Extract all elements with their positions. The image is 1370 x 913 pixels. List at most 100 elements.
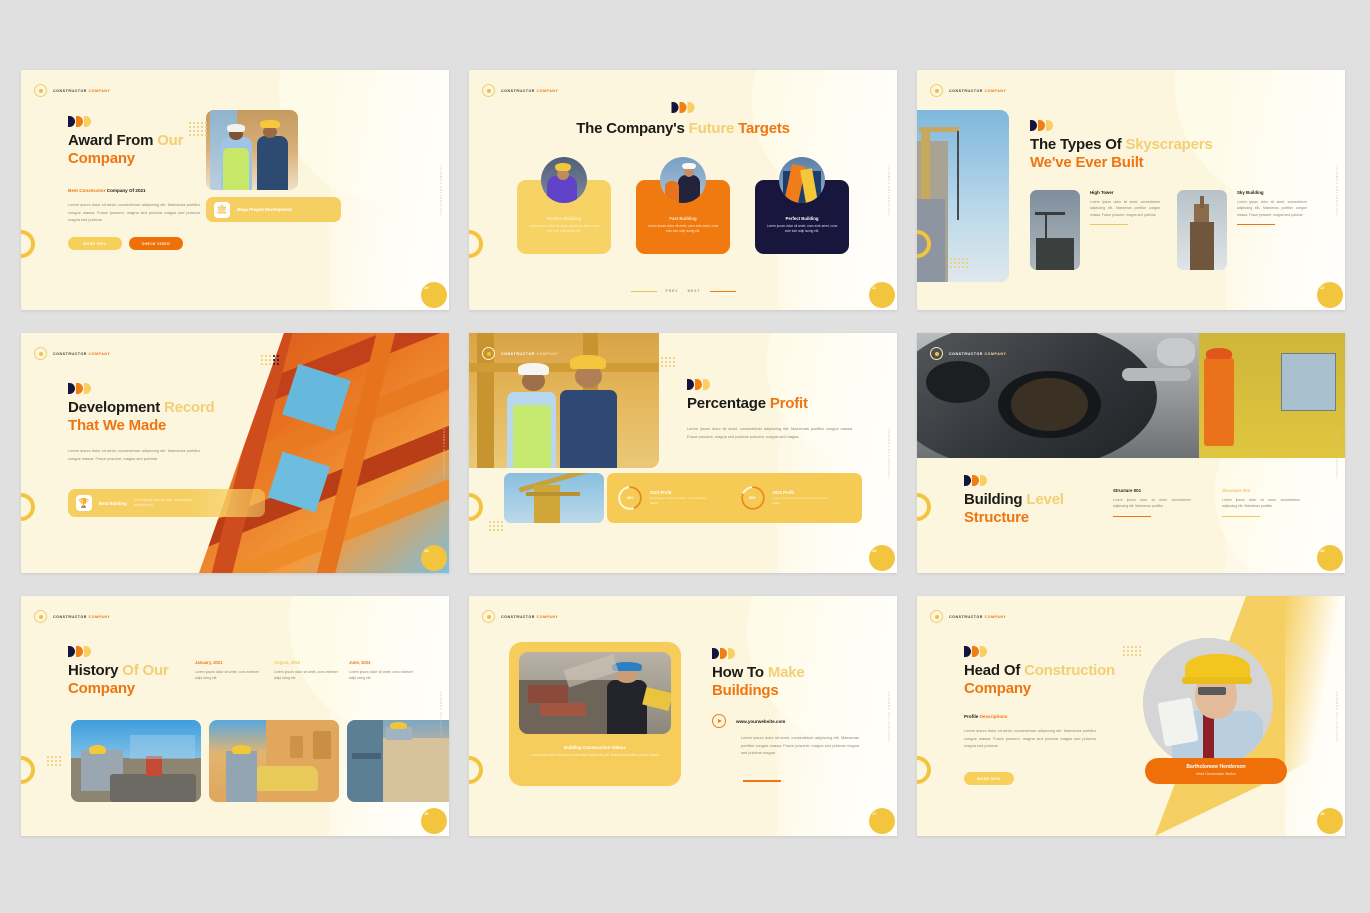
- prev-button[interactable]: PREV: [666, 289, 679, 293]
- slide-award-from-our-company[interactable]: CONSTRUCTOR COMPANY Award From Our Compa…: [21, 70, 449, 310]
- photo-crane-arm: [504, 473, 604, 523]
- slide4-title-light: Record: [163, 399, 215, 416]
- slide8-title-orange: Buildings: [712, 682, 779, 700]
- page-number: 18: [1317, 808, 1343, 834]
- divider-rule: [1113, 515, 1151, 518]
- logo-mark: [712, 648, 735, 659]
- video-card-title: Building Construction Videos: [564, 745, 626, 750]
- target-card-body: Lorem ipsum dolor sit amet, cons ecte am…: [766, 224, 838, 234]
- target-card-body: Lorem ipsum dolor sit amet, cons ecte am…: [528, 224, 600, 234]
- next-button[interactable]: NEXT: [688, 289, 701, 293]
- decor-right-fade: [329, 70, 449, 310]
- brand-name-part1: CONSTRUCTOR: [501, 614, 537, 619]
- divider-rule: [1090, 223, 1128, 226]
- avatar: [541, 157, 587, 203]
- logo-mark: [1030, 120, 1053, 131]
- side-label: CONSTRUCTOR COMPANY: [440, 164, 443, 216]
- gear-circle-icon: [482, 347, 495, 360]
- slide3-title-orange: We've Ever Built: [1030, 154, 1144, 172]
- slide-percentage-profit[interactable]: CONSTRUCTOR COMPANY Percentage Profit Lo…: [469, 333, 897, 573]
- brand-header: CONSTRUCTOR COMPANY: [34, 347, 110, 360]
- video-card[interactable]: Building Construction Videos Lorem ipsum…: [509, 642, 681, 786]
- slide-building-level-structure[interactable]: CONSTRUCTOR COMPANY Building Level Struc…: [917, 333, 1345, 573]
- brand-name-part2: COMPANY: [88, 88, 111, 93]
- slide3-title-plain: The Types Of: [1030, 136, 1126, 153]
- slide-future-targets[interactable]: CONSTRUCTOR COMPANY The Company's Future…: [469, 70, 897, 310]
- slide4-title-orange: That We Made: [68, 417, 167, 435]
- decor-left-ring: [917, 493, 931, 521]
- more-info-button[interactable]: MORE INFO: [964, 772, 1014, 785]
- slide1-subtitle-orange: Best Constructor: [68, 188, 106, 193]
- logo-mark: [68, 646, 91, 657]
- photo-workers-truck: [71, 720, 201, 802]
- slide-head-of-construction-company[interactable]: CONSTRUCTOR COMPANY Head Of Construction…: [917, 596, 1345, 836]
- slide1-subtitle-dark: Company Of 2021: [105, 188, 146, 193]
- brand-name-part1: CONSTRUCTOR: [501, 88, 537, 93]
- side-label: CONSTRUCTOR COMPANY: [888, 427, 891, 479]
- page-number: 12: [1317, 282, 1343, 308]
- photo-high-tower: [1030, 190, 1080, 270]
- mega-project-chip[interactable]: 🏛 Mega Project Development: [206, 197, 341, 222]
- slide-how-to-make-buildings[interactable]: CONSTRUCTOR COMPANY Building Constructio…: [469, 596, 897, 836]
- column-body: Lorem ipsum dolor sit amet, consectetuer…: [1090, 200, 1160, 217]
- slide9-title-plain: Head Of: [964, 662, 1025, 679]
- slide9-title-orange: Company: [964, 680, 1031, 698]
- video-card-body: Lorem ipsum dolor sit amet, consectetuer…: [530, 753, 660, 757]
- brand-name-part2: COMPANY: [984, 614, 1007, 619]
- gear-circle-icon: [34, 347, 47, 360]
- decor-left-ring: [21, 493, 35, 521]
- target-card-perfect-building[interactable]: Perfect Building Lorem ipsum dolor sit a…: [755, 157, 849, 254]
- best-building-chip[interactable]: 🏆 Best Building Lorem ipsum dolor sit am…: [68, 489, 265, 517]
- slide1-body: Lorem ipsum dolor sit amet, consectetuer…: [68, 202, 200, 223]
- slide-history-of-our-company[interactable]: CONSTRUCTOR COMPANY History Of Our Compa…: [21, 596, 449, 836]
- photo-engineer-woman: [519, 652, 671, 734]
- timeline-date: January, 2021: [195, 660, 223, 665]
- target-card-modern-building[interactable]: Modern Building Lorem ipsum dolor sit am…: [517, 157, 611, 254]
- side-label: CONSTRUCTOR COMPANY: [440, 690, 443, 742]
- check-video-button[interactable]: CHECK VIDEO: [129, 237, 183, 250]
- side-label: CONSTRUCTOR COMPANY: [888, 690, 891, 742]
- gear-circle-icon: [930, 347, 943, 360]
- dot-grid-decor: [1123, 646, 1141, 656]
- column-title: High Tower: [1090, 190, 1114, 195]
- dot-grid-decor: [950, 258, 968, 268]
- brand-name-part2: COMPANY: [88, 351, 111, 356]
- prev-arrow-line: [630, 290, 657, 292]
- brand-name-part2: COMPANY: [984, 351, 1007, 356]
- slide5-body: Lorem ipsum dolor sit amet, consectetuer…: [687, 426, 853, 439]
- target-card-title: Fast Building: [669, 216, 697, 221]
- person-name-card[interactable]: Bartholomew Henderson Head Construction …: [1145, 758, 1287, 784]
- slide5-title-orange: Profit: [769, 395, 808, 412]
- column-body: Lorem ipsum dolor sit amet, consectetuer…: [1222, 498, 1300, 509]
- slide-development-record[interactable]: CONSTRUCTOR COMPANY Development Record T…: [21, 333, 449, 573]
- photo-sky-building: [1177, 190, 1227, 270]
- brand-name-part1: CONSTRUCTOR: [949, 614, 985, 619]
- slide7-title-orange: Company: [68, 680, 135, 698]
- logo-mark: [68, 383, 91, 394]
- donut-chart-2021: 43%: [617, 485, 643, 511]
- brand-name-part1: CONSTRUCTOR: [949, 351, 985, 356]
- slide8-title-plain: How To: [712, 664, 768, 681]
- photo-head-worker: [1143, 638, 1273, 768]
- gear-circle-icon: [930, 610, 943, 623]
- brand-header: CONSTRUCTOR COMPANY: [34, 84, 110, 97]
- dot-grid-decor: [261, 355, 279, 365]
- person-name: Bartholomew Henderson: [1186, 764, 1246, 770]
- avatar: [779, 157, 825, 203]
- slide8-body: Lorem ipsum dolor sit amet, consectetuer…: [741, 735, 859, 756]
- more-info-button[interactable]: MORE INFO: [68, 237, 122, 250]
- side-label: CONSTRUCTOR COMPANY: [443, 427, 446, 479]
- target-card-title: Perfect Building: [785, 216, 819, 221]
- side-label: CONSTRUCTOR COMPANY: [1336, 164, 1339, 216]
- slide-types-of-skyscrapers[interactable]: CONSTRUCTOR COMPANY The Types Of Skyscra…: [917, 70, 1345, 310]
- column-body: Lorem ipsum dolor sit amet, consectetuer…: [1237, 200, 1307, 217]
- website-link[interactable]: www.yourwebsite.com: [736, 719, 785, 724]
- gear-circle-icon: [930, 84, 943, 97]
- donut-value-2021: 43%: [626, 496, 634, 500]
- brand-header: CONSTRUCTOR COMPANY: [482, 610, 558, 623]
- target-card-fast-building[interactable]: Fast Building Lorem ipsum dolor sit amet…: [636, 157, 730, 254]
- play-circle-icon[interactable]: [712, 714, 726, 728]
- column-title: Structure 001: [1113, 488, 1142, 493]
- gear-circle-icon: [482, 84, 495, 97]
- brand-name-part2: COMPANY: [536, 614, 559, 619]
